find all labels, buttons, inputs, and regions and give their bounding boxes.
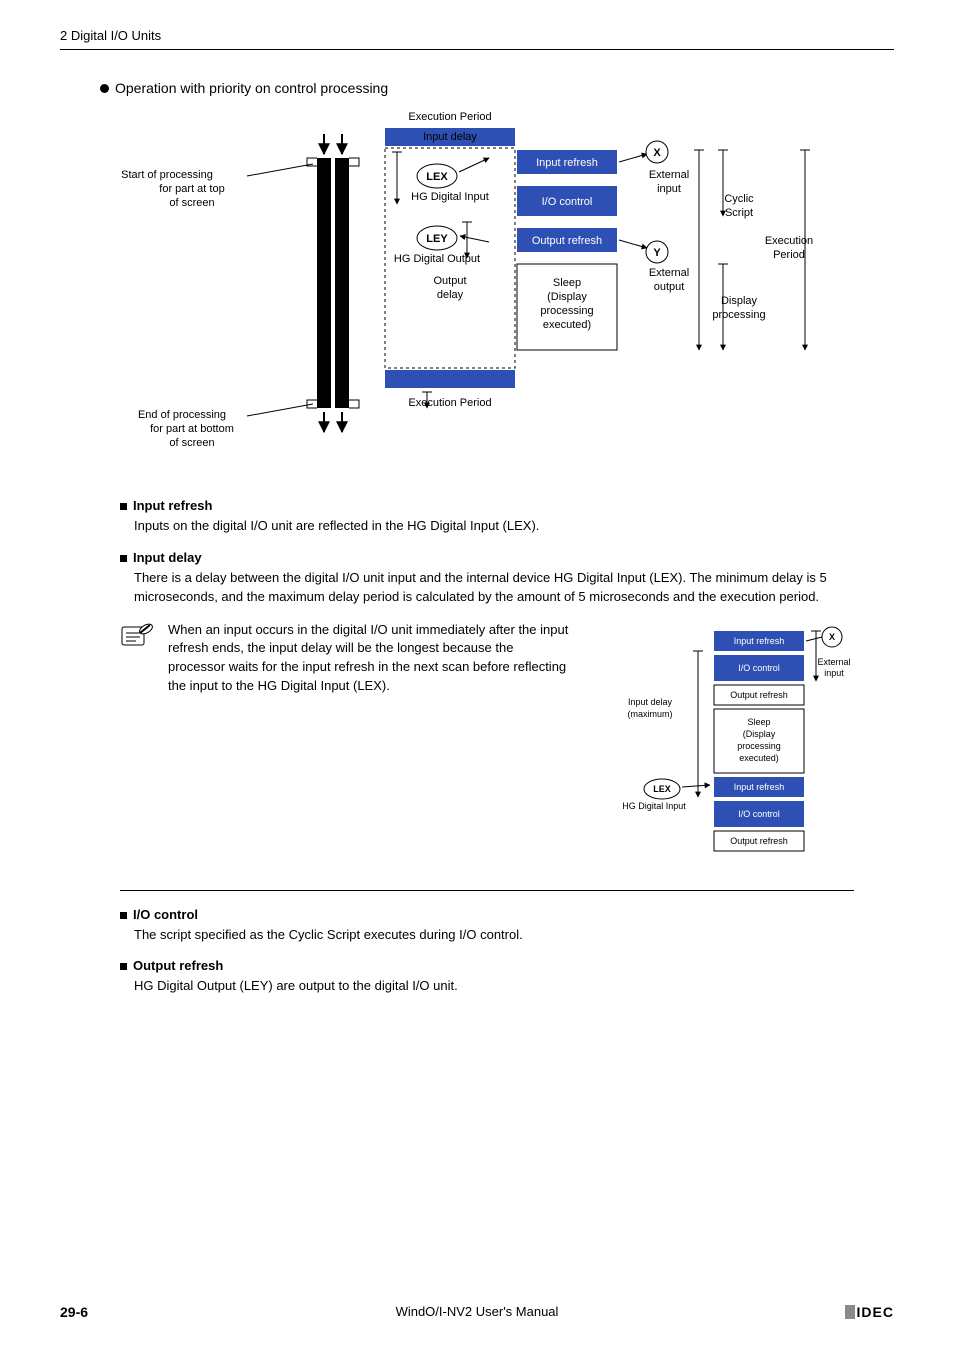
svg-text:End of processing: End of processing (138, 409, 226, 421)
svg-text:I/O control: I/O control (738, 663, 780, 673)
svg-text:External: External (817, 657, 850, 667)
item-heading: Output refresh (120, 958, 854, 973)
item-title: Input refresh (133, 498, 212, 513)
svg-text:input: input (824, 668, 844, 678)
item-input-delay: Input delay There is a delay between the… (120, 550, 854, 607)
section-title: Operation with priority on control proce… (100, 80, 894, 96)
item-body: Inputs on the digital I/O unit are refle… (134, 517, 854, 536)
svg-text:(Display: (Display (547, 291, 587, 303)
logo-bar-icon (845, 1305, 855, 1319)
svg-text:executed): executed) (543, 319, 591, 331)
svg-text:I/O control: I/O control (542, 196, 593, 208)
svg-text:Input refresh: Input refresh (734, 636, 785, 646)
svg-text:Display: Display (721, 295, 758, 307)
item-input-refresh: Input refresh Inputs on the digital I/O … (120, 498, 854, 536)
svg-text:for part at bottom: for part at bottom (150, 423, 234, 435)
note-icon (120, 621, 156, 651)
svg-text:External: External (649, 169, 689, 181)
note-text: When an input occurs in the digital I/O … (168, 621, 582, 874)
svg-text:Start of processing: Start of processing (121, 169, 213, 181)
svg-text:Cyclic: Cyclic (724, 193, 754, 205)
page-header: 2 Digital I/O Units (60, 28, 894, 50)
item-body: HG Digital Output (LEY) are output to th… (134, 977, 854, 996)
svg-text:Input delay: Input delay (628, 697, 673, 707)
svg-text:of screen: of screen (169, 437, 214, 449)
logo-text: IDEC (857, 1304, 894, 1320)
breadcrumb: 2 Digital I/O Units (60, 28, 161, 43)
svg-text:Output: Output (433, 275, 466, 287)
bullet-square-icon (120, 912, 127, 919)
svg-text:External: External (649, 267, 689, 279)
item-title: I/O control (133, 907, 198, 922)
svg-text:Period: Period (773, 249, 805, 261)
divider (120, 890, 854, 891)
svg-text:Input refresh: Input refresh (536, 157, 598, 169)
svg-text:Input refresh: Input refresh (734, 782, 785, 792)
svg-text:HG Digital Input: HG Digital Input (622, 801, 686, 811)
svg-text:processing: processing (712, 309, 765, 321)
svg-text:Output refresh: Output refresh (730, 690, 788, 700)
page-footer: 29-6 WindO/I-NV2 User's Manual IDEC (0, 1303, 954, 1320)
item-title: Output refresh (133, 958, 223, 973)
svg-text:output: output (654, 281, 685, 293)
bullet-square-icon (120, 503, 127, 510)
bullet-square-icon (120, 555, 127, 562)
manual-title: WindO/I-NV2 User's Manual (0, 1304, 954, 1319)
svg-text:input: input (657, 183, 681, 195)
svg-text:processing: processing (540, 305, 593, 317)
logo: IDEC (845, 1303, 894, 1320)
svg-text:Execution Period: Execution Period (408, 397, 491, 409)
svg-text:Sleep: Sleep (553, 277, 581, 289)
item-title: Input delay (133, 550, 202, 565)
svg-text:Execution Period: Execution Period (408, 111, 491, 123)
svg-text:Sleep: Sleep (747, 717, 770, 727)
section-title-text: Operation with priority on control proce… (115, 80, 388, 96)
svg-text:Script: Script (725, 207, 753, 219)
svg-text:executed): executed) (739, 753, 779, 763)
svg-text:I/O control: I/O control (738, 809, 780, 819)
item-heading: I/O control (120, 907, 854, 922)
svg-text:for part at top: for part at top (159, 183, 224, 195)
svg-text:X: X (829, 632, 835, 642)
svg-text:Execution: Execution (765, 235, 813, 247)
item-output-refresh: Output refresh HG Digital Output (LEY) a… (120, 958, 854, 996)
bullet-square-icon (120, 963, 127, 970)
note-diagram: Input refresh I/O control Output refresh… (594, 621, 854, 874)
svg-text:X: X (653, 147, 661, 159)
svg-text:processing: processing (737, 741, 781, 751)
svg-text:(maximum): (maximum) (628, 709, 673, 719)
svg-text:Input delay: Input delay (423, 131, 477, 143)
svg-text:HG Digital Input: HG Digital Input (411, 191, 489, 203)
svg-text:LEY: LEY (426, 233, 448, 245)
svg-text:LEX: LEX (653, 784, 671, 794)
item-io-control: I/O control The script specified as the … (120, 907, 854, 945)
svg-text:delay: delay (437, 289, 464, 301)
item-heading: Input delay (120, 550, 854, 565)
note-block: When an input occurs in the digital I/O … (120, 621, 854, 874)
svg-text:Y: Y (653, 247, 661, 259)
svg-text:Output refresh: Output refresh (532, 235, 602, 247)
item-body: The script specified as the Cyclic Scrip… (134, 926, 854, 945)
svg-text:LEX: LEX (426, 171, 448, 183)
item-body: There is a delay between the digital I/O… (134, 569, 854, 607)
svg-text:of screen: of screen (169, 197, 214, 209)
svg-text:(Display: (Display (743, 729, 776, 739)
svg-text:Output refresh: Output refresh (730, 836, 788, 846)
main-diagram: Start of processing for part at top of s… (117, 108, 837, 468)
item-heading: Input refresh (120, 498, 854, 513)
bullet-dot-icon (100, 84, 109, 93)
